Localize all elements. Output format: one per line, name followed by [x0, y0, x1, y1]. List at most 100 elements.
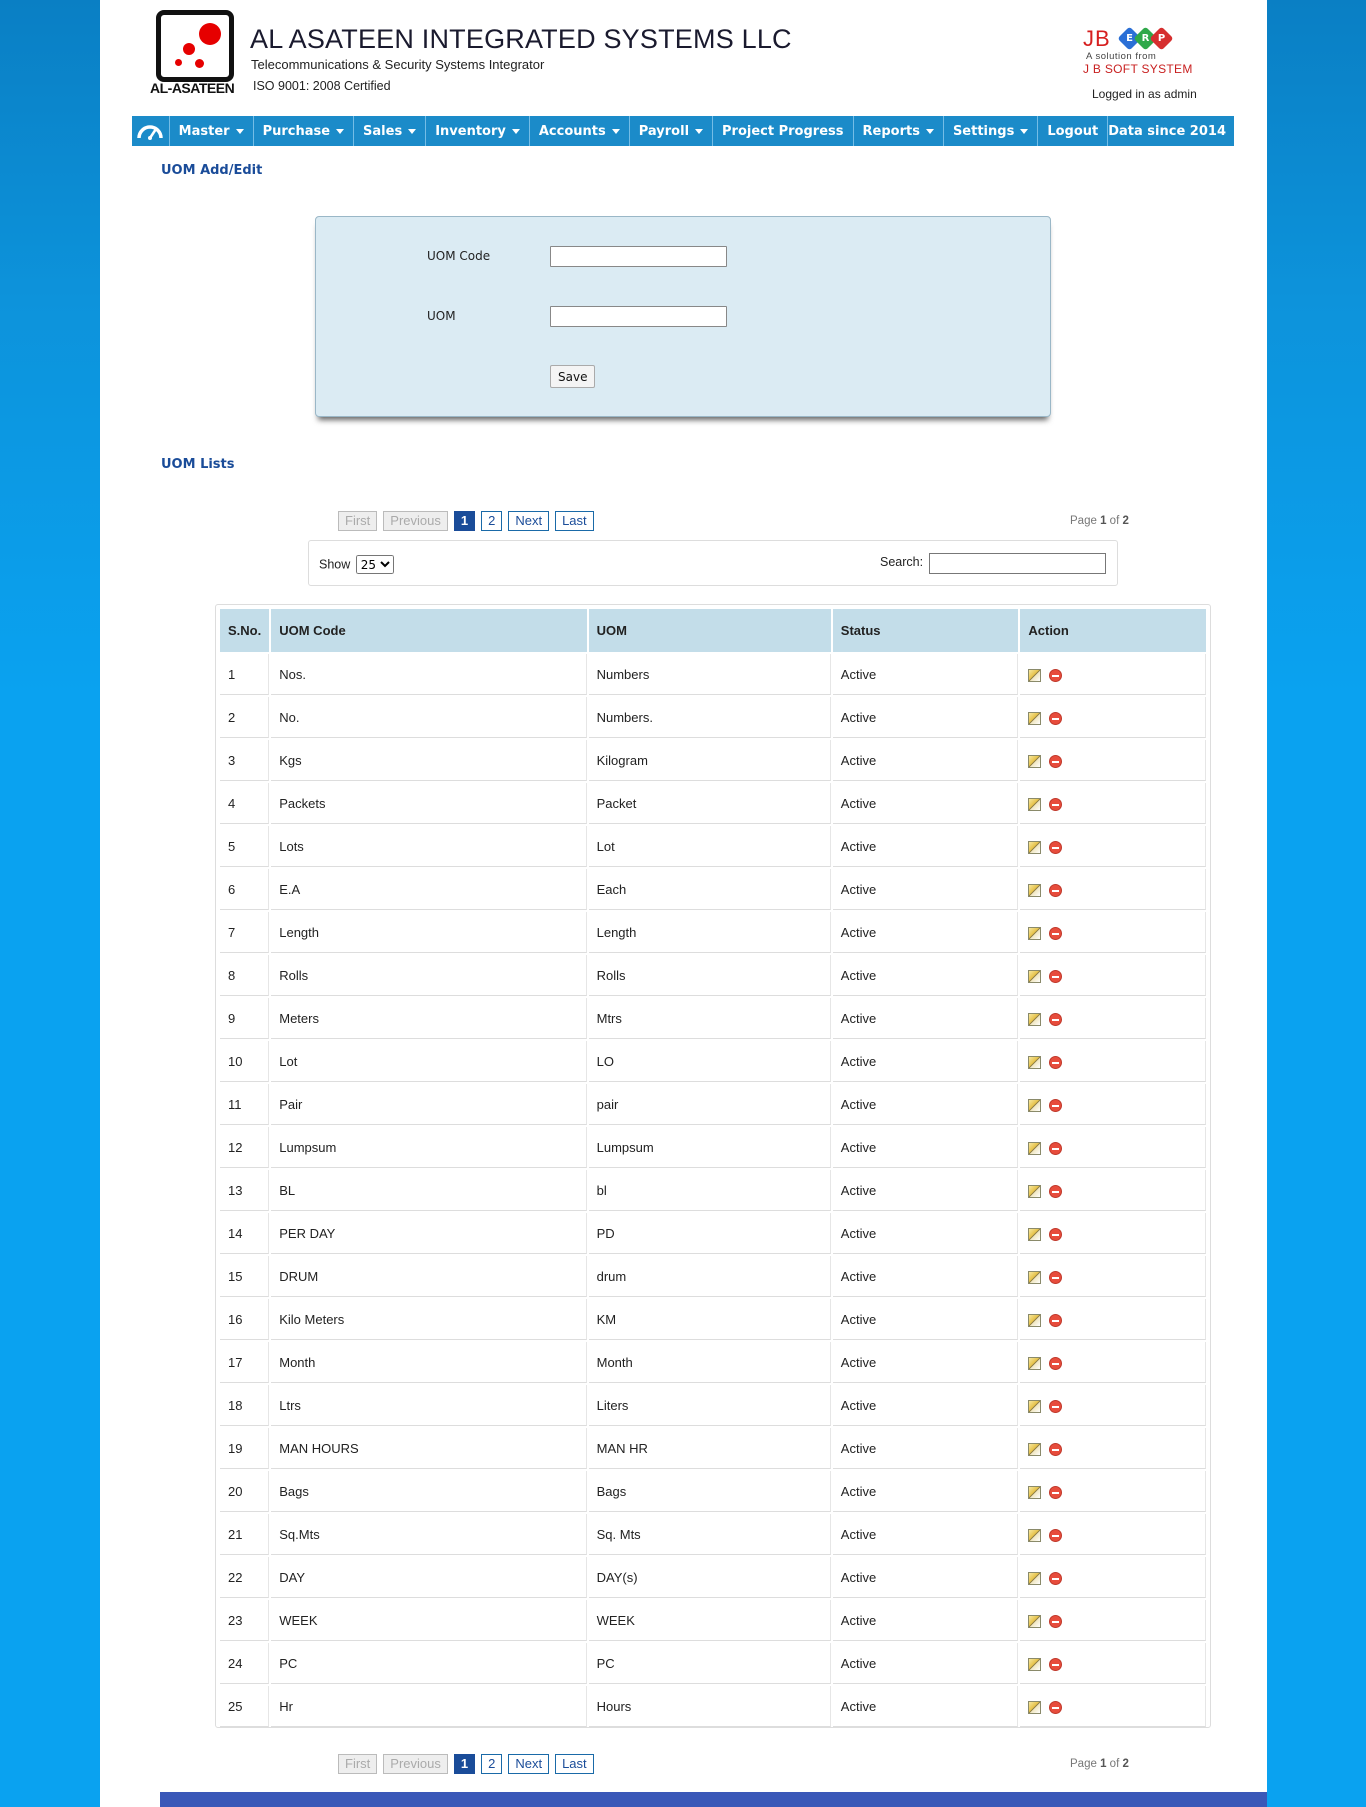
- page-2-button[interactable]: 2: [481, 511, 503, 531]
- cell-status: Active: [832, 1041, 1019, 1082]
- page-size-select[interactable]: 25: [355, 555, 394, 574]
- edit-icon[interactable]: [1028, 1184, 1042, 1198]
- dashboard-icon[interactable]: [132, 116, 170, 146]
- edit-icon[interactable]: [1028, 1700, 1042, 1714]
- delete-icon[interactable]: [1049, 1571, 1063, 1585]
- col-status[interactable]: Status: [832, 609, 1019, 652]
- search-input[interactable]: [929, 553, 1106, 574]
- next-page-button[interactable]: Next: [508, 511, 550, 531]
- edit-icon[interactable]: [1028, 1313, 1042, 1327]
- first-page-button[interactable]: First: [338, 1754, 378, 1774]
- delete-icon[interactable]: [1049, 1098, 1063, 1112]
- edit-icon[interactable]: [1028, 1528, 1042, 1542]
- edit-icon[interactable]: [1028, 1571, 1042, 1585]
- nav-project-progress[interactable]: Project Progress: [713, 116, 854, 146]
- col-uom-code[interactable]: UOM Code: [271, 609, 587, 652]
- delete-icon[interactable]: [1049, 1227, 1063, 1241]
- edit-icon[interactable]: [1028, 1055, 1042, 1069]
- cell-status: Active: [832, 1299, 1019, 1340]
- col-sno[interactable]: S.No.: [220, 609, 270, 652]
- delete-icon[interactable]: [1049, 797, 1063, 811]
- edit-icon[interactable]: [1028, 1356, 1042, 1370]
- delete-icon[interactable]: [1049, 1657, 1063, 1671]
- cell-sno: 23: [220, 1600, 270, 1641]
- delete-icon[interactable]: [1049, 1356, 1063, 1370]
- delete-icon[interactable]: [1049, 711, 1063, 725]
- nav-purchase[interactable]: Purchase: [254, 116, 355, 146]
- edit-icon[interactable]: [1028, 883, 1042, 897]
- cell-action: [1020, 1471, 1206, 1512]
- edit-icon[interactable]: [1028, 1614, 1042, 1628]
- delete-icon[interactable]: [1049, 840, 1063, 854]
- nav-reports[interactable]: Reports: [854, 116, 944, 146]
- last-page-button[interactable]: Last: [555, 1754, 594, 1774]
- edit-icon[interactable]: [1028, 797, 1042, 811]
- delete-icon[interactable]: [1049, 969, 1063, 983]
- uom-input[interactable]: [550, 306, 727, 327]
- save-button[interactable]: Save: [550, 365, 596, 388]
- page-1-button[interactable]: 1: [453, 1754, 476, 1774]
- edit-icon[interactable]: [1028, 969, 1042, 983]
- col-uom[interactable]: UOM: [588, 609, 831, 652]
- delete-icon[interactable]: [1049, 1012, 1063, 1026]
- footer-bar: [160, 1792, 1267, 1807]
- page-1-button[interactable]: 1: [453, 511, 476, 531]
- edit-icon[interactable]: [1028, 1227, 1042, 1241]
- delete-icon[interactable]: [1049, 754, 1063, 768]
- edit-icon[interactable]: [1028, 668, 1042, 682]
- edit-icon[interactable]: [1028, 1012, 1042, 1026]
- nav-settings[interactable]: Settings: [944, 116, 1039, 146]
- delete-icon[interactable]: [1049, 1528, 1063, 1542]
- cell-uom: Lot: [588, 826, 831, 867]
- last-page-button[interactable]: Last: [555, 511, 594, 531]
- table-row: 10 Lot LO Active: [220, 1041, 1206, 1082]
- cell-status: Active: [832, 826, 1019, 867]
- edit-icon[interactable]: [1028, 1098, 1042, 1112]
- delete-icon[interactable]: [1049, 668, 1063, 682]
- edit-icon[interactable]: [1028, 1141, 1042, 1155]
- table-row: 20 Bags Bags Active: [220, 1471, 1206, 1512]
- delete-icon[interactable]: [1049, 1313, 1063, 1327]
- delete-icon[interactable]: [1049, 1055, 1063, 1069]
- previous-page-button[interactable]: Previous: [383, 511, 448, 531]
- nav-logout[interactable]: Logout: [1038, 116, 1109, 146]
- uom-form: UOM Code UOM Save: [315, 216, 1051, 417]
- edit-icon[interactable]: [1028, 1270, 1042, 1284]
- cell-sno: 11: [220, 1084, 270, 1125]
- delete-icon[interactable]: [1049, 1184, 1063, 1198]
- edit-icon[interactable]: [1028, 711, 1042, 725]
- delete-icon[interactable]: [1049, 1442, 1063, 1456]
- edit-icon[interactable]: [1028, 1442, 1042, 1456]
- edit-icon[interactable]: [1028, 754, 1042, 768]
- edit-icon[interactable]: [1028, 926, 1042, 940]
- cell-sno: 10: [220, 1041, 270, 1082]
- edit-icon[interactable]: [1028, 1657, 1042, 1671]
- page-2-button[interactable]: 2: [481, 1754, 503, 1774]
- cell-uom-code: Pair: [271, 1084, 587, 1125]
- cell-sno: 15: [220, 1256, 270, 1297]
- nav-payroll[interactable]: Payroll: [630, 116, 714, 146]
- cell-sno: 1: [220, 654, 270, 695]
- edit-icon[interactable]: [1028, 840, 1042, 854]
- delete-icon[interactable]: [1049, 1399, 1063, 1413]
- page-size: Show 25: [319, 555, 394, 574]
- delete-icon[interactable]: [1049, 1270, 1063, 1284]
- cell-uom-code: Lumpsum: [271, 1127, 587, 1168]
- cell-sno: 6: [220, 869, 270, 910]
- delete-icon[interactable]: [1049, 1614, 1063, 1628]
- delete-icon[interactable]: [1049, 1141, 1063, 1155]
- delete-icon[interactable]: [1049, 883, 1063, 897]
- delete-icon[interactable]: [1049, 1485, 1063, 1499]
- nav-accounts[interactable]: Accounts: [530, 116, 630, 146]
- nav-inventory[interactable]: Inventory: [426, 116, 530, 146]
- edit-icon[interactable]: [1028, 1485, 1042, 1499]
- delete-icon[interactable]: [1049, 1700, 1063, 1714]
- nav-master[interactable]: Master: [170, 116, 254, 146]
- delete-icon[interactable]: [1049, 926, 1063, 940]
- uom-code-input[interactable]: [550, 246, 727, 267]
- next-page-button[interactable]: Next: [508, 1754, 550, 1774]
- nav-sales[interactable]: Sales: [354, 116, 427, 146]
- first-page-button[interactable]: First: [338, 511, 378, 531]
- previous-page-button[interactable]: Previous: [383, 1754, 448, 1774]
- edit-icon[interactable]: [1028, 1399, 1042, 1413]
